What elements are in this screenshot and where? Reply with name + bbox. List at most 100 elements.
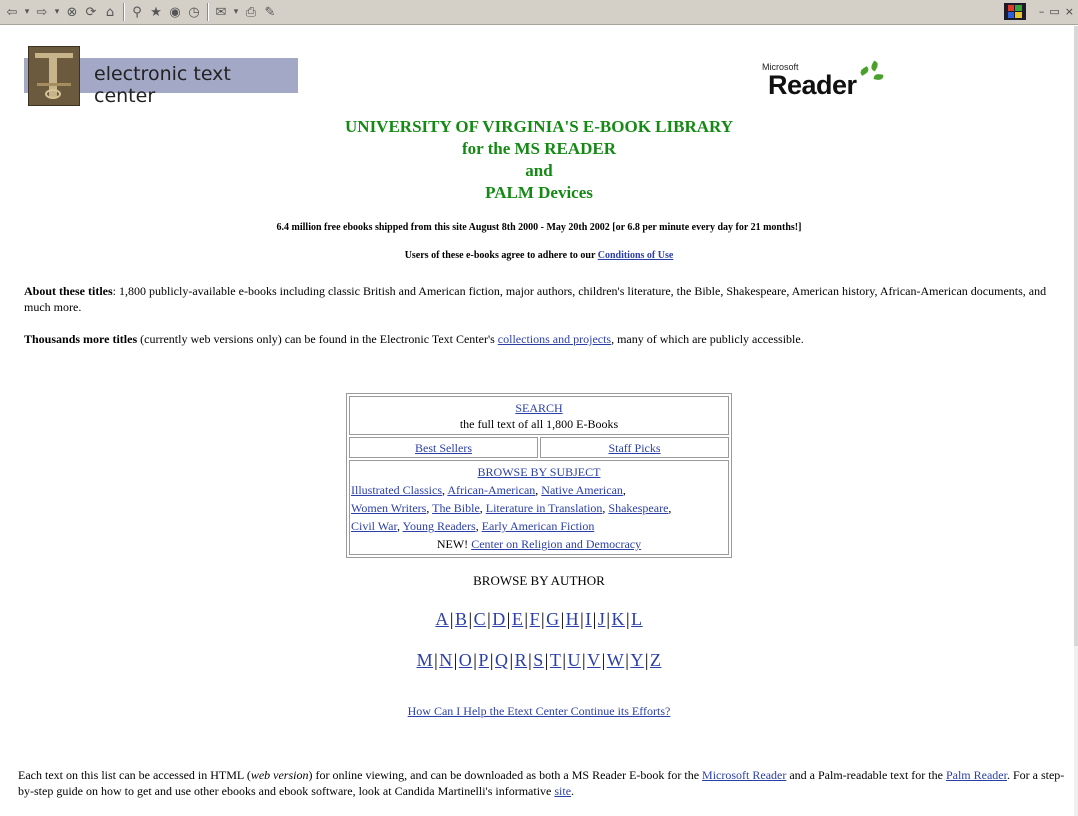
author-letter-link[interactable]: M	[417, 650, 434, 670]
close-button[interactable]: ×	[1065, 5, 1074, 18]
title-line: UNIVERSITY OF VIRGINIA'S E-BOOK LIBRARY	[345, 117, 733, 136]
more-titles-paragraph: Thousands more titles (currently web ver…	[24, 331, 1054, 347]
back-dropdown-icon[interactable]: ▾	[22, 3, 32, 21]
forward-arrow-icon[interactable]: ⇨	[33, 3, 51, 21]
terms-line: Users of these e-books agree to adhere t…	[0, 250, 1078, 261]
channels-icon[interactable]: ◉	[166, 3, 184, 21]
subject-link[interactable]: Illustrated Classics	[351, 483, 442, 497]
refresh-icon[interactable]: ⟳	[82, 3, 100, 21]
palm-reader-link[interactable]: Palm Reader	[946, 768, 1007, 782]
author-letter-link[interactable]: T	[550, 650, 562, 670]
etc-banner[interactable]: electronic text center	[24, 46, 298, 107]
author-letter-link[interactable]: J	[598, 609, 606, 629]
picks-row: Best Sellers Staff Picks	[348, 436, 730, 459]
subject-link[interactable]: Women Writers	[351, 501, 426, 515]
print-icon[interactable]: ⎙	[242, 3, 260, 21]
conditions-of-use-link[interactable]: Conditions of Use	[598, 250, 674, 261]
subject-link[interactable]: Young Readers	[403, 519, 476, 533]
author-letter-link[interactable]: S	[533, 650, 544, 670]
subject-line: Illustrated Classics, African-American, …	[351, 483, 626, 497]
best-sellers-cell: Best Sellers	[349, 437, 538, 458]
author-letter-link[interactable]: N	[439, 650, 453, 670]
search-cell: SEARCH the full text of all 1,800 E-Book…	[349, 396, 729, 435]
back-arrow-icon[interactable]: ⇦	[3, 3, 21, 21]
religion-democracy-link[interactable]: Center on Religion and Democracy	[471, 537, 641, 551]
more-heading: Thousands more titles	[24, 332, 138, 346]
toolbar-separator	[123, 3, 125, 21]
ms-reader-logo[interactable]: Microsoft Reader	[762, 60, 884, 102]
restore-button[interactable]: ▭	[1049, 5, 1059, 18]
search-icon[interactable]: ⚲	[128, 3, 146, 21]
about-text: : 1,800 publicly-available e-books inclu…	[24, 284, 1047, 314]
subject-link[interactable]: The Bible	[432, 501, 480, 515]
title-line: and	[525, 161, 553, 180]
staff-picks-link[interactable]: Staff Picks	[608, 441, 660, 455]
microsoft-reader-link[interactable]: Microsoft Reader	[702, 768, 786, 782]
title-line: for the MS READER	[461, 139, 617, 158]
subject-link[interactable]: Literature in Translation	[486, 501, 603, 515]
author-letter-link[interactable]: I	[585, 609, 592, 629]
footer-text: Each text on this list can be accessed i…	[18, 768, 251, 782]
martinelli-site-link[interactable]: site	[554, 784, 571, 798]
scrollbar-thumb[interactable]	[1074, 26, 1078, 646]
subject-link[interactable]: Civil War	[351, 519, 397, 533]
author-letter-link[interactable]: G	[546, 609, 560, 629]
footer-paragraph: Each text on this list can be accessed i…	[18, 767, 1068, 799]
author-letter-link[interactable]: D	[492, 609, 506, 629]
browse-subject-link[interactable]: BROWSE BY SUBJECT	[478, 465, 601, 479]
author-letter-link[interactable]: C	[474, 609, 487, 629]
stats-line: 6.4 million free ebooks shipped from thi…	[276, 222, 802, 233]
author-letter-link[interactable]: U	[568, 650, 582, 670]
author-letters-row-2: M|N|O|P|Q|R|S|T|U|V|W|Y|Z	[416, 650, 662, 670]
navigation-box: SEARCH the full text of all 1,800 E-Book…	[346, 393, 732, 558]
footer-emphasis: web version	[250, 768, 309, 782]
author-letter-link[interactable]: V	[587, 650, 601, 670]
collections-link[interactable]: collections and projects	[498, 332, 611, 346]
subject-lines: Illustrated Classics, African-American, …	[350, 481, 728, 535]
more-text: (currently web versions only) can be fou…	[137, 332, 498, 346]
edit-icon[interactable]: ✎	[261, 3, 279, 21]
subject-cell: BROWSE BY SUBJECT Illustrated Classics, …	[349, 460, 729, 555]
subject-link[interactable]: Shakespeare	[608, 501, 668, 515]
home-icon[interactable]: ⌂	[101, 3, 119, 21]
search-subtitle: the full text of all 1,800 E-Books	[459, 417, 619, 431]
author-letter-link[interactable]: F	[529, 609, 540, 629]
stop-icon[interactable]: ⊗	[63, 3, 81, 21]
best-sellers-link[interactable]: Best Sellers	[415, 441, 472, 455]
help-link[interactable]: How Can I Help the Etext Center Continue…	[408, 704, 671, 718]
author-letters-row-1: A|B|C|D|E|F|G|H|I|J|K|L	[435, 609, 643, 629]
etc-logo-icon	[28, 46, 80, 106]
ms-reader-logo-reader: Reader	[768, 70, 857, 100]
favorites-icon[interactable]: ★	[147, 3, 165, 21]
more-text-end: , many of which are publicly accessible.	[611, 332, 804, 346]
subject-link[interactable]: Early American Fiction	[482, 519, 595, 533]
author-letter-link[interactable]: Q	[495, 650, 509, 670]
author-letter-link[interactable]: Y	[630, 650, 644, 670]
leaf-icon	[869, 60, 880, 72]
subject-link[interactable]: African-American	[447, 483, 535, 497]
author-letter-link[interactable]: A	[435, 609, 449, 629]
author-letter-link[interactable]: B	[455, 609, 468, 629]
subject-link[interactable]: Native American	[541, 483, 623, 497]
mail-dropdown-icon[interactable]: ▾	[231, 3, 241, 21]
history-icon[interactable]: ◷	[185, 3, 203, 21]
author-letter-link[interactable]: K	[612, 609, 626, 629]
new-label: NEW!	[436, 537, 472, 551]
author-letter-link[interactable]: Z	[650, 650, 662, 670]
window-controls: – ▭ ×	[1003, 3, 1074, 20]
author-letter-link[interactable]: L	[631, 609, 643, 629]
subject-line: Civil War, Young Readers, Early American…	[351, 519, 595, 533]
toolbar-separator	[207, 3, 209, 21]
mail-icon[interactable]: ✉	[212, 3, 230, 21]
search-link[interactable]: SEARCH	[515, 401, 562, 415]
help-line: How Can I Help the Etext Center Continue…	[0, 704, 1078, 719]
author-letter-link[interactable]: H	[566, 609, 580, 629]
author-letter-link[interactable]: P	[478, 650, 489, 670]
author-letter-link[interactable]: E	[512, 609, 524, 629]
author-letter-link[interactable]: O	[459, 650, 473, 670]
browse-author-heading: BROWSE BY AUTHOR	[473, 573, 605, 588]
forward-dropdown-icon[interactable]: ▾	[52, 3, 62, 21]
author-letter-link[interactable]: W	[607, 650, 625, 670]
minimize-button[interactable]: –	[1039, 5, 1045, 18]
author-letter-link[interactable]: R	[515, 650, 528, 670]
